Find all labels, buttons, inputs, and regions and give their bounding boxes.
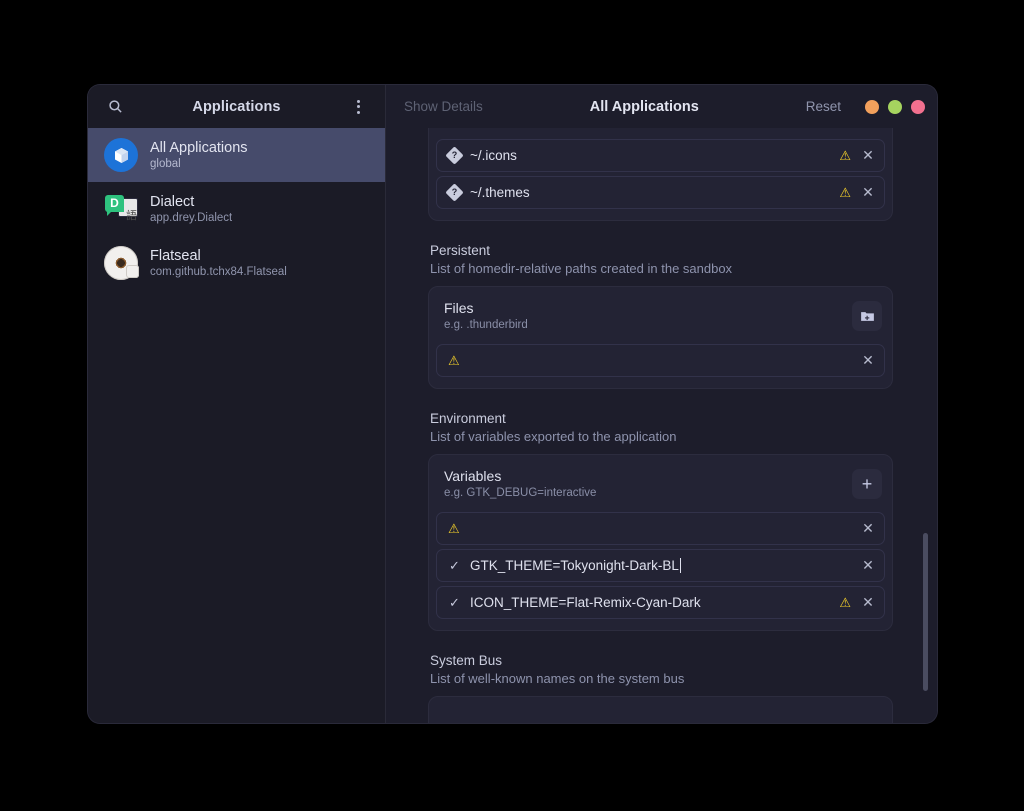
menu-dots-icon[interactable]	[345, 94, 371, 120]
sidebar-item-flatseal[interactable]: Flatseal com.github.tchx84.Flatseal	[88, 236, 385, 290]
variable-value[interactable]: ICON_THEME=Flat-Remix-Cyan-Dark	[470, 595, 830, 610]
search-icon[interactable]	[102, 94, 128, 120]
table-row[interactable]: ⚠ ✕	[436, 344, 885, 377]
sidebar-item-all-applications[interactable]: All Applications global	[88, 128, 385, 182]
check-icon: ✓	[449, 557, 460, 573]
table-row[interactable]: ✓ ICON_THEME=Flat-Remix-Cyan-Dark ⚠ ✕	[436, 586, 885, 619]
window-controls	[865, 99, 925, 114]
remove-row-button[interactable]: ✕	[860, 522, 876, 536]
warning-icon: ⚠	[448, 353, 460, 368]
warning-icon: ⚠	[839, 595, 851, 610]
sidebar-item-appid: global	[150, 157, 181, 170]
sidebar-item-label: All Applications	[150, 139, 248, 156]
persistent-card-header: Files e.g. .thunderbird	[436, 294, 885, 340]
remove-row-button[interactable]: ✕	[860, 596, 876, 610]
section-subtitle-persistent: List of homedir-relative paths created i…	[430, 261, 733, 276]
main-header: Show Details All Applications Reset	[386, 85, 937, 128]
system-bus-card	[428, 696, 893, 723]
sidebar-item-appid: app.drey.Dialect	[150, 211, 233, 224]
reset-button[interactable]: Reset	[806, 99, 841, 114]
plus-icon[interactable]: +	[852, 469, 882, 499]
close-button[interactable]	[911, 99, 925, 114]
persistent-card-example: e.g. .thunderbird	[444, 319, 528, 331]
minimize-button[interactable]	[865, 99, 879, 114]
vertical-scrollbar[interactable]	[923, 533, 928, 691]
application-list: All Applications global 語D Dialect app.d…	[88, 128, 385, 723]
table-row[interactable]: ~/.themes ⚠ ✕	[436, 176, 885, 209]
path-value[interactable]: ~/.themes	[470, 185, 830, 200]
maximize-button[interactable]	[888, 99, 902, 114]
table-row[interactable]: ✓ GTK_THEME=Tokyonight-Dark-BL ✕	[436, 549, 885, 582]
warning-icon: ⚠	[448, 521, 460, 536]
sidebar: Applications All Applications global 語 D…	[88, 85, 386, 723]
check-icon: ✓	[449, 594, 460, 610]
warning-icon: ⚠	[839, 185, 851, 200]
environment-card: Variables e.g. GTK_DEBUG=interactive + ⚠…	[428, 454, 893, 631]
settings-scroll-area[interactable]: ~/.icons ⚠ ✕ ~/.themes ⚠ ✕ Persistent Li…	[386, 128, 937, 723]
section-subtitle-environment: List of variables exported to the applic…	[430, 429, 677, 444]
flatseal-icon	[104, 246, 139, 280]
section-title-persistent: Persistent	[430, 243, 491, 258]
remove-row-button[interactable]: ✕	[860, 354, 876, 368]
table-row[interactable]: ~/.icons ⚠ ✕	[436, 139, 885, 172]
sidebar-header: Applications	[88, 85, 385, 128]
table-row[interactable]: ⚠ ✕	[436, 512, 885, 545]
unknown-path-icon	[445, 146, 464, 165]
main-panel: Show Details All Applications Reset ~/.i…	[386, 85, 937, 723]
sidebar-item-dialect[interactable]: 語D Dialect app.drey.Dialect	[88, 182, 385, 236]
persistent-card: Files e.g. .thunderbird ⚠ ✕	[428, 286, 893, 389]
environment-card-header: Variables e.g. GTK_DEBUG=interactive +	[436, 462, 885, 508]
section-subtitle-system-bus: List of well-known names on the system b…	[430, 671, 685, 686]
section-title-system-bus: System Bus	[430, 653, 503, 668]
sidebar-title: Applications	[192, 98, 281, 115]
text-cursor	[679, 558, 681, 573]
filesystem-card: ~/.icons ⚠ ✕ ~/.themes ⚠ ✕	[428, 128, 893, 221]
warning-icon: ⚠	[839, 148, 851, 163]
environment-card-example: e.g. GTK_DEBUG=interactive	[444, 487, 597, 499]
page-title: All Applications	[589, 98, 699, 115]
section-title-environment: Environment	[430, 411, 506, 426]
environment-card-label: Variables	[444, 468, 502, 484]
show-details-button[interactable]: Show Details	[404, 99, 483, 114]
remove-row-button[interactable]: ✕	[860, 149, 876, 163]
all-applications-icon	[104, 138, 138, 172]
flatseal-window: Applications All Applications global 語 D…	[88, 85, 937, 723]
remove-row-button[interactable]: ✕	[860, 186, 876, 200]
dialect-icon: 語D	[104, 192, 138, 226]
add-folder-icon[interactable]	[852, 301, 882, 331]
remove-row-button[interactable]: ✕	[860, 559, 876, 573]
sidebar-item-appid: com.github.tchx84.Flatseal	[150, 265, 287, 278]
persistent-card-label: Files	[444, 300, 474, 316]
sidebar-item-label: Flatseal	[150, 247, 201, 264]
variable-value[interactable]: GTK_THEME=Tokyonight-Dark-BL	[470, 558, 851, 573]
path-value[interactable]: ~/.icons	[470, 148, 830, 163]
unknown-path-icon	[445, 183, 464, 202]
sidebar-item-label: Dialect	[150, 193, 195, 210]
